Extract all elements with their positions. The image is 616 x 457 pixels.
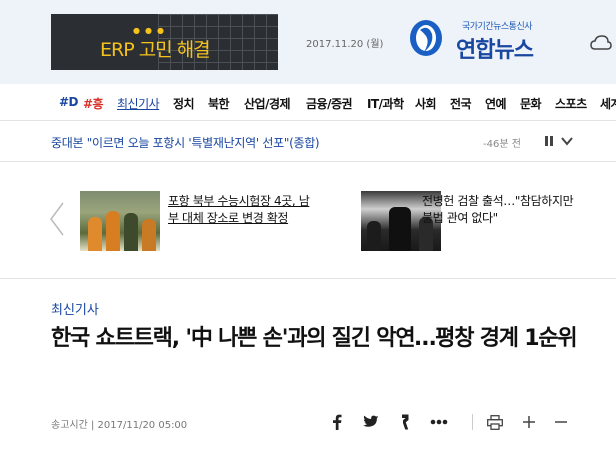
nav-item-entertainment[interactable]: 연예 <box>485 95 507 112</box>
nav-item-regional[interactable]: 전국 <box>450 95 472 112</box>
brand-logo-text[interactable]: 연합뉴스 <box>456 32 534 64</box>
nav-item-society[interactable]: 사회 <box>415 95 437 112</box>
print-icon[interactable] <box>484 410 506 434</box>
thumb-figure <box>367 221 381 251</box>
nav-item-world[interactable]: 세계 <box>600 95 616 112</box>
facebook-icon[interactable] <box>326 410 348 434</box>
news-thumbnail[interactable] <box>80 191 160 251</box>
cloud-icon[interactable] <box>590 35 612 51</box>
pause-icon[interactable] <box>544 136 554 146</box>
thumb-figure <box>88 217 102 251</box>
nav-item-sports[interactable]: 스포츠 <box>555 95 587 112</box>
nav-item-hash-d[interactable]: #D <box>59 95 79 109</box>
thumb-figure <box>142 219 156 251</box>
breaking-news-ticker: 중대본 "이르면 오늘 포항시 '특별재난지역' 선포"(종합) -46분 전 <box>0 121 616 162</box>
breaking-time: -46분 전 <box>483 139 521 150</box>
photo-news-carousel: 포항 북부 수능시험장 4곳, 남부 대체 장소로 변경 확정 전병헌 검찰 출… <box>0 162 616 279</box>
yonhap-logo-icon[interactable] <box>408 18 444 58</box>
nav-item-north-korea[interactable]: 북한 <box>208 95 230 112</box>
ad-banner[interactable]: ●●● ERP 고민 해결 <box>51 14 278 70</box>
thumb-figure <box>389 207 411 251</box>
nav-item-finance[interactable]: 금융/증권 <box>306 95 353 112</box>
font-plus-icon[interactable] <box>518 410 540 434</box>
news-card-title[interactable]: 포항 북부 수능시험장 4곳, 남부 대체 장소로 변경 확정 <box>168 193 318 227</box>
section-label[interactable]: 최신기사 <box>51 299 99 318</box>
nav-item-economy[interactable]: 산업/경제 <box>244 95 291 112</box>
current-date: 2017.11.20 (월) <box>306 39 384 50</box>
nav-item-hash-heung[interactable]: #흥 <box>83 95 104 112</box>
twitter-icon[interactable] <box>360 410 382 434</box>
nav-item-politics[interactable]: 정치 <box>173 95 195 112</box>
thumb-figure <box>106 211 120 251</box>
nav-item-it-science[interactable]: IT/과학 <box>367 95 404 112</box>
ad-text: ERP 고민 해결 <box>100 39 211 61</box>
article-headline: 한국 쇼트트랙, '中 나쁜 손'과의 질긴 악연…평창 경계 1순위 <box>51 326 578 351</box>
publish-time: 송고시간 | 2017/11/20 05:00 <box>51 420 188 431</box>
ad-dots: ●●● <box>133 26 169 35</box>
header: ●●● ERP 고민 해결 2017.11.20 (월) 국가기간뉴스통신사 연… <box>0 0 616 84</box>
agency-subtitle: 국가기간뉴스통신사 <box>462 22 533 32</box>
share-toolbar <box>322 410 572 434</box>
font-minus-icon[interactable] <box>550 410 572 434</box>
kakao-story-icon[interactable] <box>394 410 416 434</box>
thumb-figure <box>124 213 138 251</box>
more-icon[interactable] <box>428 410 450 434</box>
nav-item-culture[interactable]: 문화 <box>520 95 542 112</box>
main-nav: #D #흥 최신기사 정치 북한 산업/경제 금융/증권 IT/과학 사회 전국… <box>0 84 616 121</box>
toolbar-divider <box>472 414 473 430</box>
nav-item-latest[interactable]: 최신기사 <box>117 95 160 112</box>
chevron-left-icon[interactable] <box>49 202 65 236</box>
breaking-headline-link[interactable]: 중대본 "이르면 오늘 포항시 '특별재난지역' 선포"(종합) <box>51 134 320 151</box>
news-card-title[interactable]: 전병헌 검찰 출석…"참담하지만 불법 관여 없다" <box>422 193 582 227</box>
chevron-down-icon[interactable] <box>561 136 573 146</box>
